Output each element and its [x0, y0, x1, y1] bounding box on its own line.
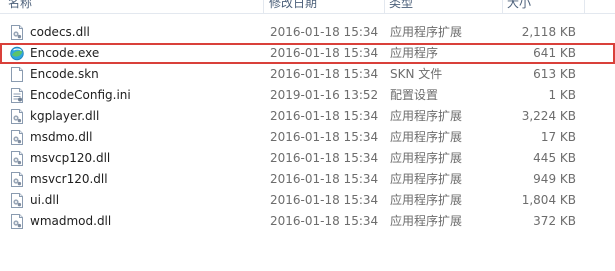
file-name-cell: Encode.skn [10, 64, 260, 85]
column-header-size[interactable]: 大小 [503, 0, 583, 12]
file-size: 3,224 KB [521, 109, 576, 123]
file-name: msvcp120.dll [30, 151, 111, 165]
file-date: 2016-01-18 15:34 [270, 67, 379, 81]
file-date: 2016-01-18 15:34 [270, 130, 379, 144]
file-date: 2016-01-18 15:34 [270, 46, 379, 60]
file-name-cell: msvcr120.dll [10, 169, 260, 190]
dll-file-icon [11, 109, 23, 124]
file-row[interactable]: codecs.dll 2016-01-18 15:34 应用程序扩展 2,118… [0, 22, 615, 43]
file-date: 2019-01-16 13:52 [270, 88, 379, 102]
file-type: 应用程序扩展 [390, 193, 463, 207]
file-row[interactable]: Encode.skn 2016-01-18 15:34 SKN 文件 613 K… [0, 64, 615, 85]
file-date: 2016-01-18 15:34 [270, 193, 379, 207]
dll-file-icon [11, 130, 23, 145]
column-divider[interactable] [584, 0, 585, 13]
app-globe-icon [10, 46, 24, 61]
dll-file-icon [11, 151, 23, 166]
file-name-cell: EncodeConfig.ini [10, 85, 260, 106]
file-row[interactable]: msvcp120.dll 2016-01-18 15:34 应用程序扩展 445… [0, 148, 615, 169]
file-name: kgplayer.dll [30, 109, 100, 123]
file-type: 应用程序扩展 [390, 172, 463, 186]
column-divider[interactable] [263, 0, 264, 13]
file-date: 2016-01-18 15:34 [270, 151, 379, 165]
file-row[interactable]: kgplayer.dll 2016-01-18 15:34 应用程序扩展 3,2… [0, 106, 615, 127]
file-size: 613 KB [533, 67, 576, 81]
file-date: 2016-01-18 15:34 [270, 25, 379, 39]
ini-file-icon [11, 88, 23, 103]
column-header-name[interactable]: 名称 [4, 0, 262, 12]
file-row[interactable]: msvcr120.dll 2016-01-18 15:34 应用程序扩展 949… [0, 169, 615, 190]
file-name-cell: wmadmod.dll [10, 211, 260, 232]
file-name-cell: Encode.exe [10, 43, 260, 64]
dll-file-icon [11, 25, 23, 40]
file-name: ui.dll [30, 193, 60, 207]
file-row[interactable]: wmadmod.dll 2016-01-18 15:34 应用程序扩展 372 … [0, 211, 615, 232]
column-header-bar: 名称 修改日期 类型 大小 [0, 0, 615, 14]
file-date: 2016-01-18 15:34 [270, 109, 379, 123]
file-name: codecs.dll [30, 25, 90, 39]
file-type: 应用程序 [390, 46, 439, 60]
file-name: EncodeConfig.ini [30, 88, 131, 102]
file-type: 应用程序扩展 [390, 109, 463, 123]
file-type: SKN 文件 [390, 67, 443, 81]
file-row-highlighted[interactable]: Encode.exe 2016-01-18 15:34 应用程序 641 KB [0, 43, 615, 64]
file-row[interactable]: ui.dll 2016-01-18 15:34 应用程序扩展 1,804 KB [0, 190, 615, 211]
file-row[interactable]: EncodeConfig.ini 2019-01-16 13:52 配置设置 1… [0, 85, 615, 106]
file-type: 应用程序扩展 [390, 25, 463, 39]
file-row[interactable]: msdmo.dll 2016-01-18 15:34 应用程序扩展 17 KB [0, 127, 615, 148]
column-header-type[interactable]: 类型 [385, 0, 503, 12]
file-explorer-list: 名称 修改日期 类型 大小 codecs.dll 2016-01-18 15:3… [0, 0, 615, 271]
file-name-cell: codecs.dll [10, 22, 260, 43]
file-size: 2,118 KB [521, 25, 576, 39]
file-name: Encode.exe [30, 46, 100, 60]
file-size: 445 KB [533, 151, 576, 165]
file-size: 1,804 KB [521, 193, 576, 207]
file-size: 949 KB [533, 172, 576, 186]
file-type: 应用程序扩展 [390, 151, 463, 165]
file-size: 17 KB [540, 130, 576, 144]
dll-file-icon [11, 193, 23, 208]
file-name: Encode.skn [30, 67, 99, 81]
file-date: 2016-01-18 15:34 [270, 172, 379, 186]
dll-file-icon [11, 214, 23, 229]
file-date: 2016-01-18 15:34 [270, 214, 379, 228]
file-name: msdmo.dll [30, 130, 93, 144]
file-size: 372 KB [533, 214, 576, 228]
file-type: 应用程序扩展 [390, 130, 463, 144]
file-size: 641 KB [533, 46, 576, 60]
file-type: 配置设置 [390, 88, 439, 102]
file-name-cell: ui.dll [10, 190, 260, 211]
file-list: codecs.dll 2016-01-18 15:34 应用程序扩展 2,118… [0, 22, 615, 232]
file-size: 1 KB [548, 88, 576, 102]
file-type: 应用程序扩展 [390, 214, 463, 228]
file-name: msvcr120.dll [30, 172, 108, 186]
file-name-cell: msvcp120.dll [10, 148, 260, 169]
blank-file-icon [11, 67, 23, 82]
dll-file-icon [11, 172, 23, 187]
file-name: wmadmod.dll [30, 214, 112, 228]
column-header-date[interactable]: 修改日期 [265, 0, 385, 12]
file-name-cell: kgplayer.dll [10, 106, 260, 127]
file-name-cell: msdmo.dll [10, 127, 260, 148]
